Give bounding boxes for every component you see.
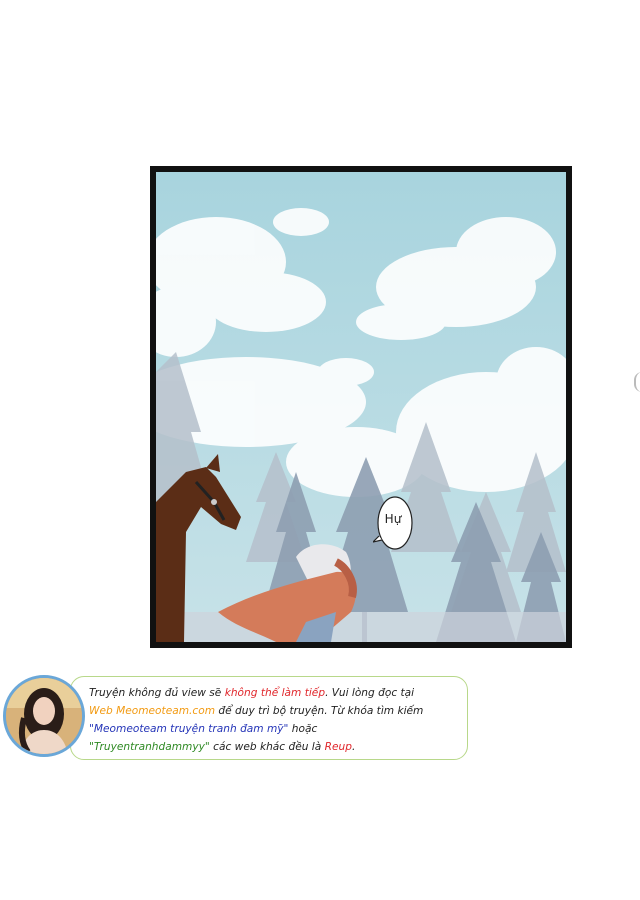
page-edge-mark xyxy=(634,372,640,392)
notice-line-3: "Meomeoteam truyện tranh đam mỹ" hoặc xyxy=(89,720,465,738)
website-link[interactable]: Web Meomeoteam.com xyxy=(89,705,215,717)
notice-text-part: hoặc xyxy=(288,723,318,735)
notice-text-part: Truyện không đủ view sẽ xyxy=(89,687,225,699)
warning-text: không thể làm tiếp xyxy=(224,687,326,699)
notice-text-part: các web khác đều là xyxy=(209,741,325,753)
notice-text-part: để duy trì bộ truyện. Từ khóa tìm kiếm xyxy=(215,705,424,717)
notice-text-part: . Vui lòng đọc tại xyxy=(325,687,415,699)
search-keyword-1: "Meomeoteam truyện tranh đam mỹ" xyxy=(89,723,289,735)
notice-line-2: Web Meomeoteam.com để duy trì bộ truyện.… xyxy=(89,702,465,720)
speech-bubble-text: Hự xyxy=(384,512,402,526)
panel-illustration xyxy=(156,172,566,642)
comic-panel xyxy=(150,166,572,648)
search-keyword-2: "Truyentranhdammyy" xyxy=(89,741,210,753)
avatar xyxy=(3,675,85,757)
notice-text: Truyện không đủ view sẽ không thể làm ti… xyxy=(89,684,465,756)
notice-text-part: . xyxy=(351,741,356,753)
notice-line-1: Truyện không đủ view sẽ không thể làm ti… xyxy=(89,684,465,702)
notice-line-4: "Truyentranhdammyy" các web khác đều là … xyxy=(89,738,465,756)
avatar-portrait xyxy=(6,678,82,754)
reup-text: Reup xyxy=(324,741,352,753)
